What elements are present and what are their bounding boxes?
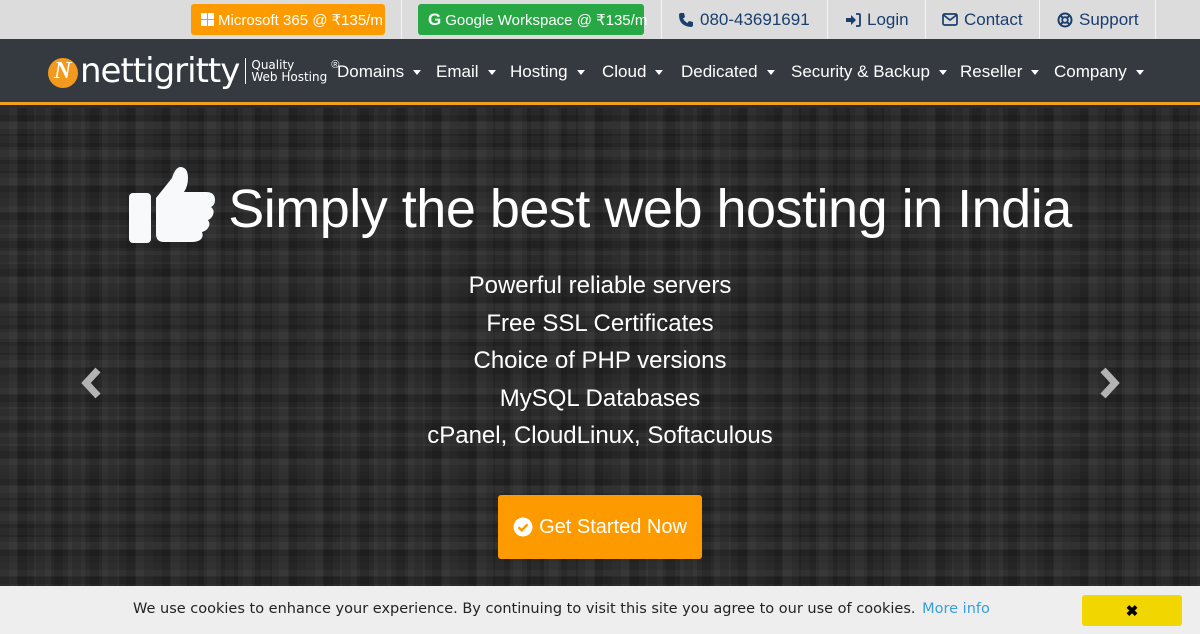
phone-number: 080-43691691 [700,9,810,29]
chevron-right-icon [1100,367,1120,399]
divider [1039,0,1040,39]
divider [1155,0,1156,39]
divider [401,0,402,39]
nav-domains[interactable]: Domains [337,39,422,105]
microsoft-365-button[interactable]: Microsoft 365 @ ₹135/m [191,4,385,35]
feature-list: Powerful reliable servers Free SSL Certi… [0,270,1200,458]
contact-label: Contact [964,9,1023,29]
caret-down-icon [655,69,664,75]
nav-email[interactable]: Email [436,39,496,105]
hero-title-text: Simply the best web hosting in India [228,179,1072,239]
logo-wordmark: nettigritty [80,51,240,91]
google-icon: G [428,9,442,29]
divider [661,0,662,39]
hero-carousel: Simply the best web hosting in India Pow… [0,108,1200,586]
caret-down-icon [1031,69,1040,75]
logo-mark-icon: N [48,58,78,88]
login-link[interactable]: Login [845,0,909,39]
support-link[interactable]: Support [1057,0,1139,39]
google-workspace-label: Google Workspace @ ₹135/m [445,11,648,29]
cookie-close-button[interactable]: ✖ [1082,595,1182,626]
caret-down-icon [1135,69,1144,75]
close-icon: ✖ [1125,602,1139,620]
login-label: Login [867,9,909,29]
check-circle-icon [513,517,533,537]
support-label: Support [1079,9,1139,29]
contact-link[interactable]: Contact [942,0,1023,39]
phone-link[interactable]: 080-43691691 [678,0,810,39]
get-started-button[interactable]: Get Started Now [498,495,702,559]
windows-icon [201,13,214,26]
nav-cloud[interactable]: Cloud [602,39,664,105]
top-bar: Microsoft 365 @ ₹135/m G Google Workspac… [0,0,1200,39]
chevron-left-icon [81,367,101,399]
feature-item: Powerful reliable servers [468,272,732,299]
nav-dedicated[interactable]: Dedicated [681,39,775,105]
cookie-banner: We use cookies to enhance your experienc… [0,586,1200,634]
feature-item: cPanel, CloudLinux, Softaculous [427,422,773,449]
microsoft-365-label: Microsoft 365 @ ₹135/m [218,11,383,29]
hero-title: Simply the best web hosting in India [0,167,1200,244]
divider [925,0,926,39]
cookie-message: We use cookies to enhance your experienc… [133,601,990,617]
caret-down-icon [413,69,422,75]
feature-item: Free SSL Certificates [486,309,714,337]
feature-item: MySQL Databases [499,384,701,412]
nav-security-backup[interactable]: Security & Backup [791,39,947,105]
nav-reseller[interactable]: Reseller [960,39,1040,105]
carousel-prev-button[interactable] [76,364,106,404]
envelope-icon [942,13,958,26]
get-started-label: Get Started Now [539,515,687,538]
caret-down-icon [487,69,496,75]
main-navbar: N nettigritty Quality Web Hosting ® Doma… [0,39,1200,105]
nav-company[interactable]: Company [1054,39,1144,105]
feature-item: Choice of PHP versions [473,347,727,374]
logo-divider [245,58,247,84]
more-info-link[interactable]: More info [922,601,990,617]
sign-in-icon [846,12,861,27]
divider [827,0,828,39]
thumbs-up-icon [129,167,216,243]
caret-down-icon [766,69,775,75]
carousel-next-button[interactable] [1095,364,1125,404]
caret-down-icon [938,69,947,75]
google-workspace-button[interactable]: G Google Workspace @ ₹135/m [418,4,648,35]
logo[interactable]: N nettigritty Quality Web Hosting ® [48,53,339,89]
caret-down-icon [576,69,585,75]
life-ring-icon [1057,12,1073,27]
phone-icon [679,12,693,27]
logo-tagline: Quality Web Hosting [251,58,328,84]
nav-hosting[interactable]: Hosting [510,39,585,105]
